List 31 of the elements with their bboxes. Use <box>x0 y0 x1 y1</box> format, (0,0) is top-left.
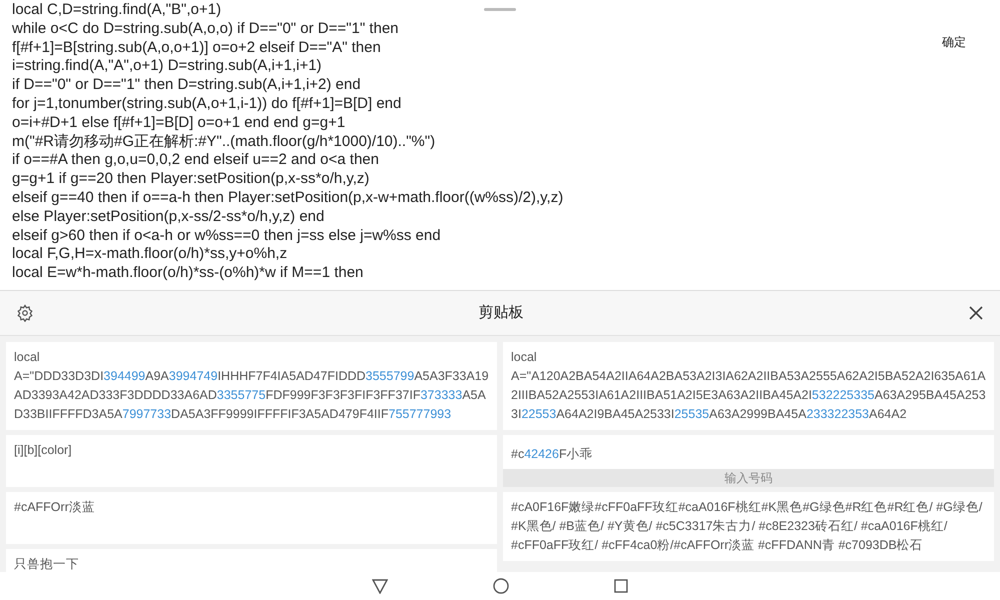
clip-card[interactable]: #cAFFOrr淡蓝 <box>6 492 497 544</box>
code-line: while o<C do D=string.sub(A,o,o) if D=="0" or D=="1" then <box>12 20 398 39</box>
panel-title: 剪贴板 <box>478 302 524 323</box>
code-line: if o==#A then g,o,u=0,0,2 end elseif u==2 and o<a then <box>12 151 379 170</box>
code-line: f[#f+1]=B[string.sub(A,o,o+1)] o=o+2 elseif D=="A" then <box>12 38 381 58</box>
code-line: local F,G,H=x-math.floor(o/h)*ss,y+o%h,z <box>12 245 288 264</box>
back-icon[interactable] <box>372 578 388 594</box>
code-line: elseif g>60 then if o<a-h or w%ss==0 then j=ss else j=w%ss end <box>12 226 441 246</box>
code-line: local C,D=string.find(A,"B",o+1) <box>12 1 222 20</box>
home-icon[interactable] <box>493 578 509 594</box>
code-line: if D=="0" or D=="1" then D=string.sub(A,i+1,i+2) end <box>12 76 361 95</box>
code-line: g=g+1 if g==20 then Player:setPosition(p,x-ss*o/h,y,z) <box>12 170 370 189</box>
clip-card[interactable]: [i][b][color] <box>6 435 497 487</box>
clip-card[interactable]: local A="DDD33D3DI394499A9A3994749IHHHF7F4IA5AD47FIDDD3555799A5A3F33A19AD3393A42AD333F3DDDD33A6AD3355775FDF999F3F3F3FIF3FF37IF373333A5AD33BIIFFFFD3A5A7997733DA5A3FF9999IFFFFIF3A5AD479F4IIF755777993 <box>6 342 497 430</box>
recents-icon[interactable] <box>614 579 628 593</box>
confirm-button[interactable]: 确定 <box>942 33 966 51</box>
clip-card[interactable]: local A="A120A2BA54A2IIA64A2BA53A2I3IA62A2IIBA53A2555A62A2I5BA52A2I635A61A2IIIBA52A2553IA61A2IIIBA51A2I5E3A63A2IIBA45A2I532225335A63A295BA45A2533I22553A64A2I9BA45A2533I25535A63A2999BA45A233322353A64A2 <box>503 342 994 430</box>
code-line: elseif g==40 then if o==a-h then Player:setPosition(p,x-w+math.floor((w%ss)/2),y,z) <box>12 188 564 208</box>
drag-handle[interactable] <box>484 8 516 11</box>
clip-card[interactable]: #c42426F小乖 输入号码 <box>503 435 994 487</box>
code-line: for j=1,tonumber(string.sub(A,o+1,i-1)) do f[#f+1]=B[D] end <box>12 94 402 114</box>
settings-icon[interactable] <box>16 304 34 322</box>
code-line: o=i+#D+1 else f[#f+1]=B[D] o=o+1 end end g=g+1 <box>12 114 346 133</box>
close-icon[interactable] <box>968 305 984 321</box>
code-line: i=string.find(A,"A",o+1) D=string.sub(A,i+1,i+1) <box>12 57 322 76</box>
code-line: else Player:setPosition(p,x-ss/2-ss*o/h,y,z) end <box>12 208 324 227</box>
code-line: local E=w*h-math.floor(o/h)*ss-(o%h)*w if M==1 then <box>12 264 364 283</box>
clip-card[interactable]: 只兽抱一下 <box>6 549 497 572</box>
clip-card[interactable]: #cA0F16F嫩绿#cFF0aFF玫红#caA016F桃红#K黑色#G绿色#R红色#R红色/ #G绿色/ #K黑色/ #B蓝色/ #Y黄色/ #c5C3317朱古力/ #c8E2323砖石红/ #caA016F桃红/ #cFF0aFF玫红/ #cFF4ca0粉/#cAFFOrr淡蓝 #cFFDANN青 #c7093DB松石 <box>503 492 994 561</box>
clip-text: #c42426F小乖 <box>511 447 593 461</box>
code-line: m("#R请勿移动#G正在解析:#Y"..(math.floor(g/h*1000)/10).."%") <box>12 132 436 152</box>
